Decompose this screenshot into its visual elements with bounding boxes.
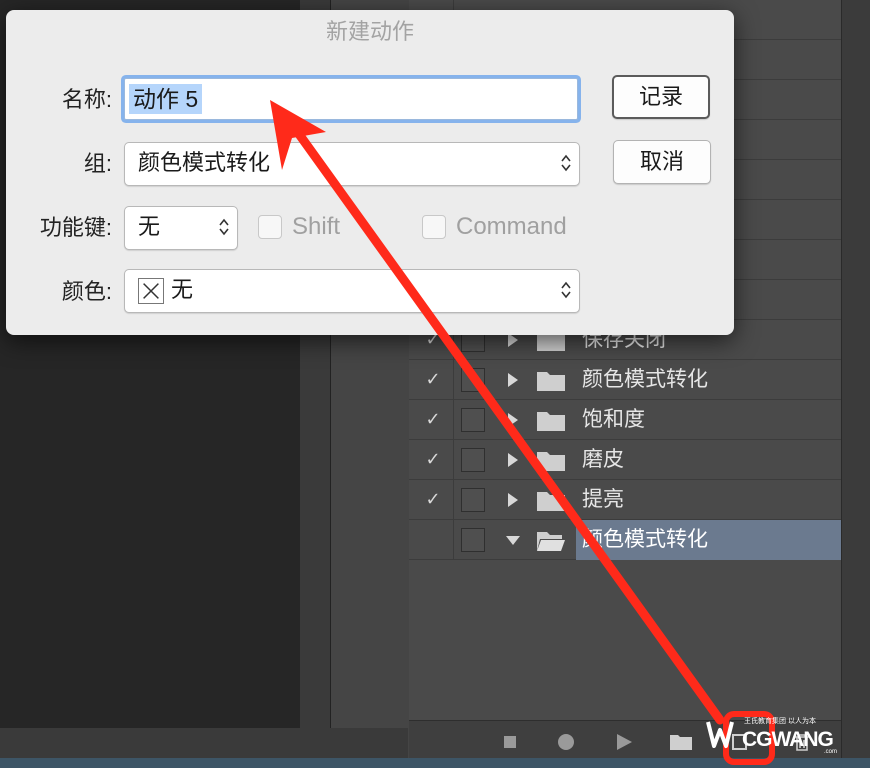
- watermark-tagline: 王氏教育集团 以人为本: [744, 718, 816, 725]
- expand-triangle-icon[interactable]: [505, 370, 521, 390]
- watermark-domain: .com: [824, 749, 838, 755]
- record-button[interactable]: 记录: [612, 75, 710, 119]
- play-icon[interactable]: [615, 733, 633, 751]
- open-folder-icon: [537, 532, 565, 551]
- dialog-toggle-box[interactable]: [461, 448, 485, 472]
- logo-icon: [706, 721, 734, 748]
- function-key-select[interactable]: 无: [124, 206, 238, 250]
- shift-checkbox-box[interactable]: [258, 215, 282, 239]
- watermark-brand: CGWANG: [742, 728, 834, 751]
- checkmark-icon[interactable]: ✓: [423, 489, 443, 509]
- panel-scrollbar[interactable]: [841, 0, 870, 768]
- desktop-bottom-strip: [0, 758, 870, 768]
- group-select[interactable]: 颜色模式转化: [124, 142, 580, 186]
- folder-icon: [537, 372, 565, 391]
- action-set-row[interactable]: ✓ 饱和度: [409, 400, 841, 440]
- action-set-row[interactable]: ✓ 提亮: [409, 480, 841, 520]
- checkmark-icon[interactable]: ✓: [423, 449, 443, 469]
- no-color-icon: [138, 278, 164, 304]
- record-icon[interactable]: [557, 733, 575, 751]
- command-checkbox-label: Command: [456, 213, 567, 240]
- selected-text: 动作 5: [129, 84, 203, 114]
- color-select-value: 无: [171, 277, 194, 302]
- command-checkbox-box[interactable]: [422, 215, 446, 239]
- action-name-input[interactable]: 动作 5: [124, 78, 578, 120]
- command-checkbox[interactable]: Command: [422, 212, 592, 242]
- shift-checkbox-label: Shift: [292, 213, 341, 240]
- checkmark-icon[interactable]: ✓: [423, 369, 443, 389]
- action-set-row[interactable]: ✓ 磨皮: [409, 440, 841, 480]
- chevron-updown-icon: [561, 281, 571, 299]
- collapse-triangle-icon[interactable]: [505, 530, 521, 550]
- action-set-label: 提亮: [582, 488, 624, 511]
- expand-triangle-icon[interactable]: [505, 410, 521, 430]
- shift-checkbox[interactable]: Shift: [258, 212, 378, 242]
- folder-icon: [537, 452, 565, 471]
- stop-icon[interactable]: [501, 733, 519, 751]
- color-select[interactable]: 无: [124, 269, 580, 313]
- dialog-toggle-box[interactable]: [461, 488, 485, 512]
- new-action-dialog: 新建动作 名称: 动作 5 组: 颜色模式转化 功能键: 无 Shift Com…: [6, 10, 734, 335]
- expand-triangle-icon[interactable]: [505, 490, 521, 510]
- folder-icon: [537, 412, 565, 431]
- name-label: 名称:: [61, 87, 112, 112]
- color-label: 颜色:: [61, 279, 112, 304]
- function-key-label: 功能键:: [39, 215, 112, 240]
- watermark: 王氏教育集团 以人为本 CGWANG .com: [706, 714, 842, 758]
- action-set-label: 磨皮: [582, 448, 624, 471]
- dialog-title: 新建动作: [325, 19, 414, 44]
- action-set-label: 颜色模式转化: [582, 368, 708, 391]
- folder-icon[interactable]: [669, 733, 693, 751]
- dialog-toggle-box[interactable]: [461, 528, 485, 552]
- group-select-value: 颜色模式转化: [138, 150, 271, 175]
- folder-icon: [537, 492, 565, 511]
- cancel-button[interactable]: 取消: [613, 140, 711, 184]
- dialog-toggle-box[interactable]: [461, 368, 485, 392]
- action-set-row-selected[interactable]: 颜色模式转化: [409, 520, 841, 560]
- dialog-toggle-box[interactable]: [461, 408, 485, 432]
- action-set-row[interactable]: ✓ 颜色模式转化: [409, 360, 841, 400]
- action-set-label: 饱和度: [582, 408, 645, 431]
- function-key-value: 无: [138, 214, 161, 239]
- chevron-updown-icon: [219, 218, 229, 236]
- expand-triangle-icon[interactable]: [505, 450, 521, 470]
- action-set-label: 颜色模式转化: [582, 528, 708, 551]
- group-label: 组:: [83, 151, 112, 176]
- chevron-updown-icon: [561, 154, 571, 172]
- checkmark-icon[interactable]: ✓: [423, 409, 443, 429]
